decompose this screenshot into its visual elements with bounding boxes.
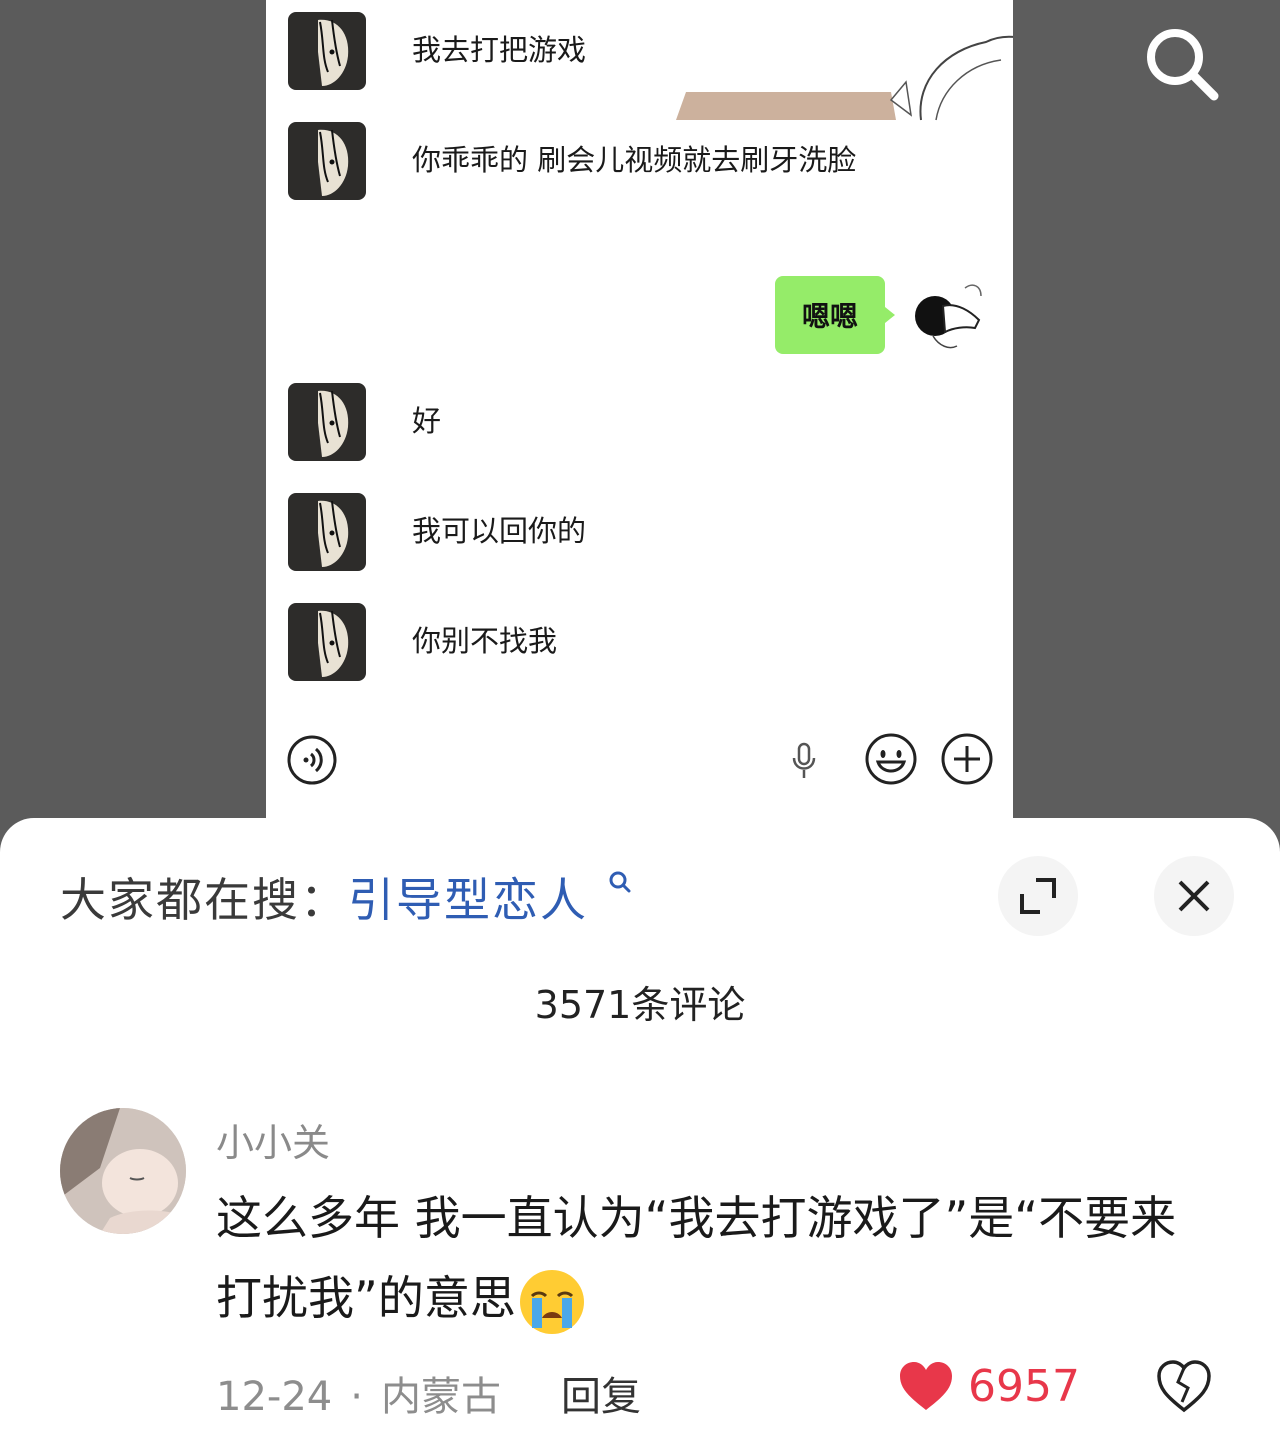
chat-message-self: 嗯嗯 <box>775 272 995 358</box>
chat-message: 好 <box>288 383 988 461</box>
commenter-avatar[interactable] <box>60 1108 186 1234</box>
comment-count: 3571条评论 <box>534 983 746 1027</box>
like-button[interactable]: 6957 <box>898 1360 1080 1412</box>
background-left <box>0 0 266 830</box>
comment-sheet: 大家都在搜：引导型恋人 3571条评论 小小关 这么多年 我一直认为“我去打游戏… <box>0 818 1280 1436</box>
heart-icon <box>900 1362 952 1410</box>
chat-message: 你乖乖的 刷会儿视频就去刷牙洗脸 <box>288 122 988 200</box>
search-prefix: 大家都在搜： <box>60 873 348 927</box>
like-count: 6957 <box>968 1360 1080 1412</box>
trending-search[interactable]: 大家都在搜：引导型恋人 <box>60 864 635 930</box>
contact-avatar <box>288 122 366 200</box>
crying-emoji-icon <box>519 1269 584 1334</box>
close-icon <box>1178 880 1210 912</box>
comment-date: 12-24 <box>216 1374 333 1420</box>
message-text: 我去打把游戏 <box>412 33 587 67</box>
emoji-icon <box>865 733 917 785</box>
contact-avatar <box>288 493 366 571</box>
comment-location: 内蒙古 <box>380 1374 501 1420</box>
voice-icon <box>287 735 337 785</box>
comment-meta: 12-24 · 内蒙古 回复 <box>216 1364 641 1422</box>
message-text: 你乖乖的 刷会儿视频就去刷牙洗脸 <box>412 143 857 177</box>
comment-text: 这么多年 我一直认为“我去打游戏了”是“不要来打扰我”的意思 <box>216 1178 1216 1338</box>
self-message-bubble: 嗯嗯 <box>775 276 885 354</box>
commenter-name[interactable]: 小小关 <box>216 1112 330 1167</box>
search-keyword[interactable]: 引导型恋人 <box>348 873 588 927</box>
comment-body: 这么多年 我一直认为“我去打游戏了”是“不要来打扰我”的意思 <box>216 1191 1177 1325</box>
message-text: 你别不找我 <box>412 624 558 658</box>
expand-button[interactable] <box>998 856 1078 936</box>
self-avatar <box>915 284 982 349</box>
mic-icon <box>792 742 816 778</box>
bubble-tail <box>885 307 895 323</box>
chat-screenshot: 我去打把游戏 你乖乖的 刷会儿视频就去刷牙洗脸 嗯嗯 好 我可以回你的 你别不找… <box>266 0 1013 830</box>
reply-button[interactable]: 回复 <box>561 1374 641 1420</box>
contact-avatar <box>288 12 366 90</box>
search-icon[interactable] <box>1140 24 1224 108</box>
close-button[interactable] <box>1154 856 1234 936</box>
background-right <box>1013 0 1280 830</box>
contact-avatar <box>288 603 366 681</box>
plus-icon <box>941 733 993 785</box>
message-text: 我可以回你的 <box>412 514 587 548</box>
expand-icon <box>1020 878 1056 914</box>
meta-separator: · <box>350 1374 363 1420</box>
message-text: 好 <box>412 404 442 438</box>
contact-avatar <box>288 383 366 461</box>
chat-message: 我可以回你的 <box>288 493 988 571</box>
search-icon <box>609 871 631 893</box>
broken-heart-icon[interactable] <box>1156 1358 1212 1414</box>
chat-message: 我去打把游戏 <box>288 12 988 90</box>
chat-message: 你别不找我 <box>288 603 988 681</box>
